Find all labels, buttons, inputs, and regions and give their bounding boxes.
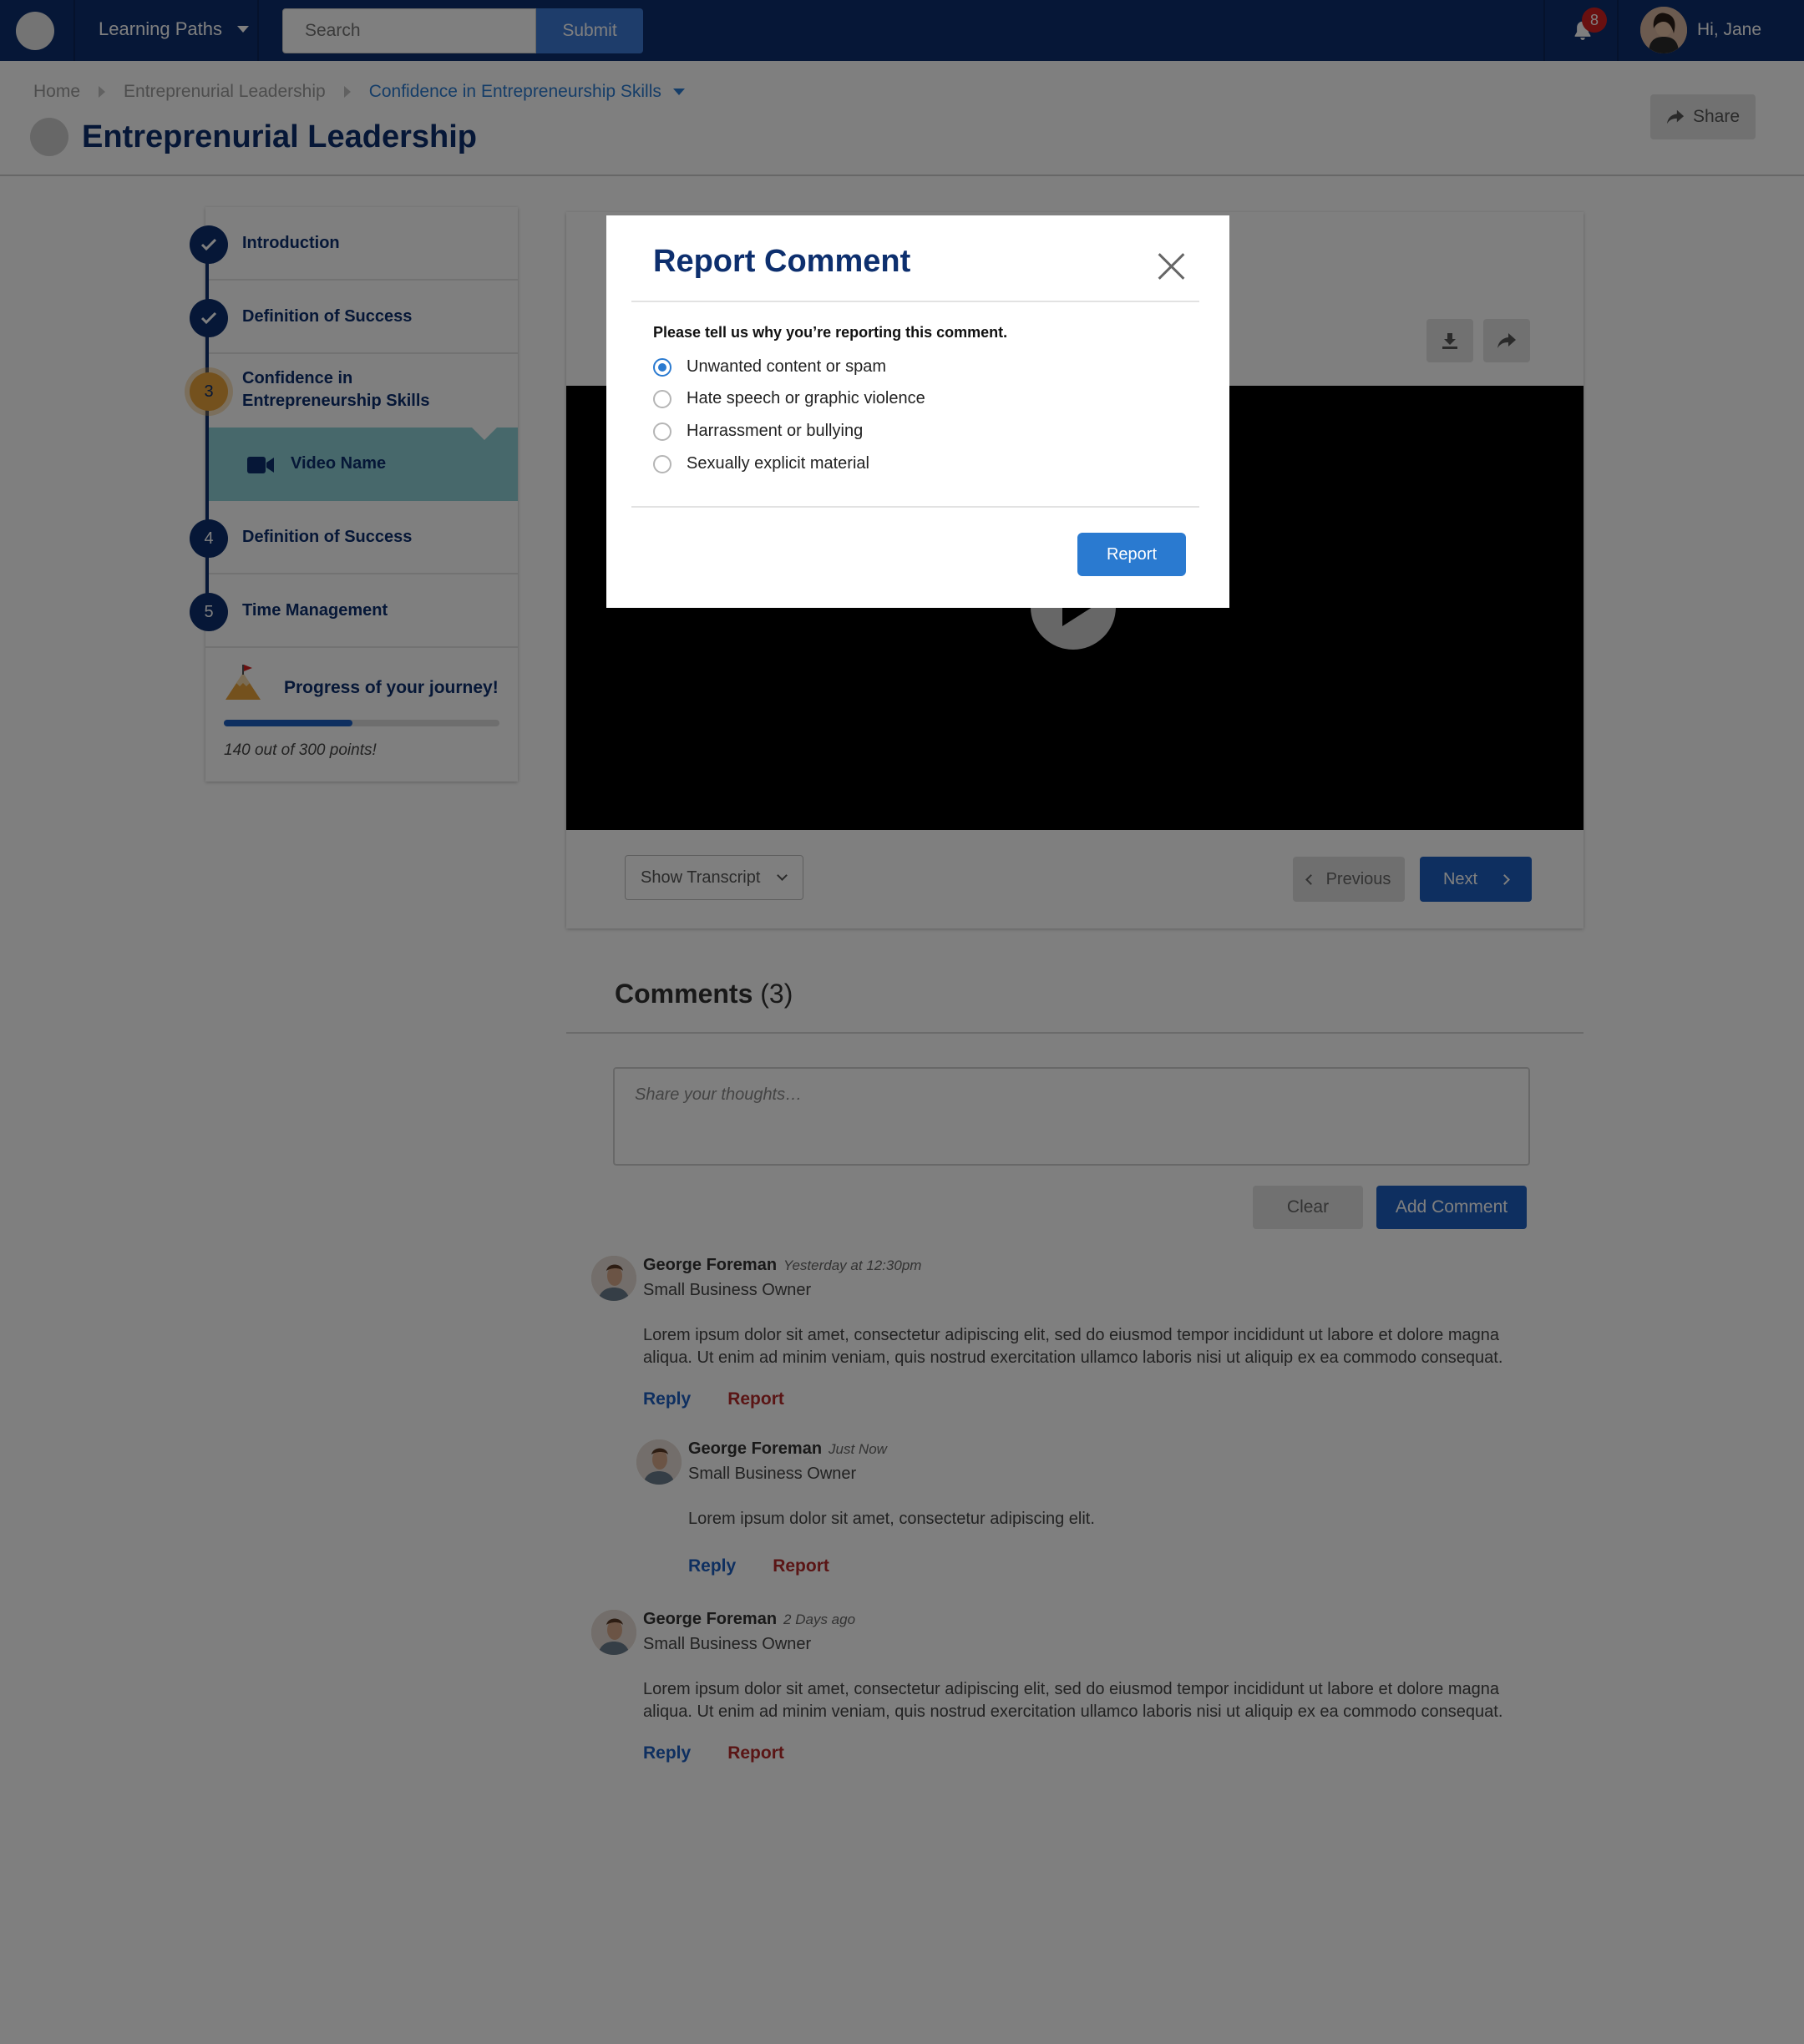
option-label: Harrassment or bullying bbox=[687, 422, 864, 440]
radio-button[interactable] bbox=[653, 422, 671, 441]
radio-button[interactable] bbox=[653, 454, 671, 473]
report-reason-option[interactable]: Unwanted content or spam bbox=[653, 357, 886, 377]
close-icon[interactable] bbox=[1158, 252, 1186, 281]
option-label: Unwanted content or spam bbox=[687, 357, 887, 376]
report-reason-option[interactable]: Hate speech or graphic violence bbox=[653, 389, 925, 408]
divider bbox=[631, 506, 1199, 508]
modal-title: Report Comment bbox=[653, 244, 911, 279]
option-label: Hate speech or graphic violence bbox=[687, 389, 925, 407]
report-reason-option[interactable]: Harrassment or bullying bbox=[653, 422, 863, 441]
option-label: Sexually explicit material bbox=[687, 454, 869, 473]
report-submit-button[interactable]: Report bbox=[1077, 533, 1186, 576]
report-reason-option[interactable]: Sexually explicit material bbox=[653, 454, 869, 473]
radio-button[interactable] bbox=[653, 389, 671, 408]
divider bbox=[631, 301, 1199, 302]
radio-button[interactable] bbox=[653, 357, 671, 377]
modal-prompt: Please tell us why you’re reporting this… bbox=[653, 324, 1008, 341]
report-comment-modal: Report Comment Please tell us why you’re… bbox=[606, 215, 1229, 608]
